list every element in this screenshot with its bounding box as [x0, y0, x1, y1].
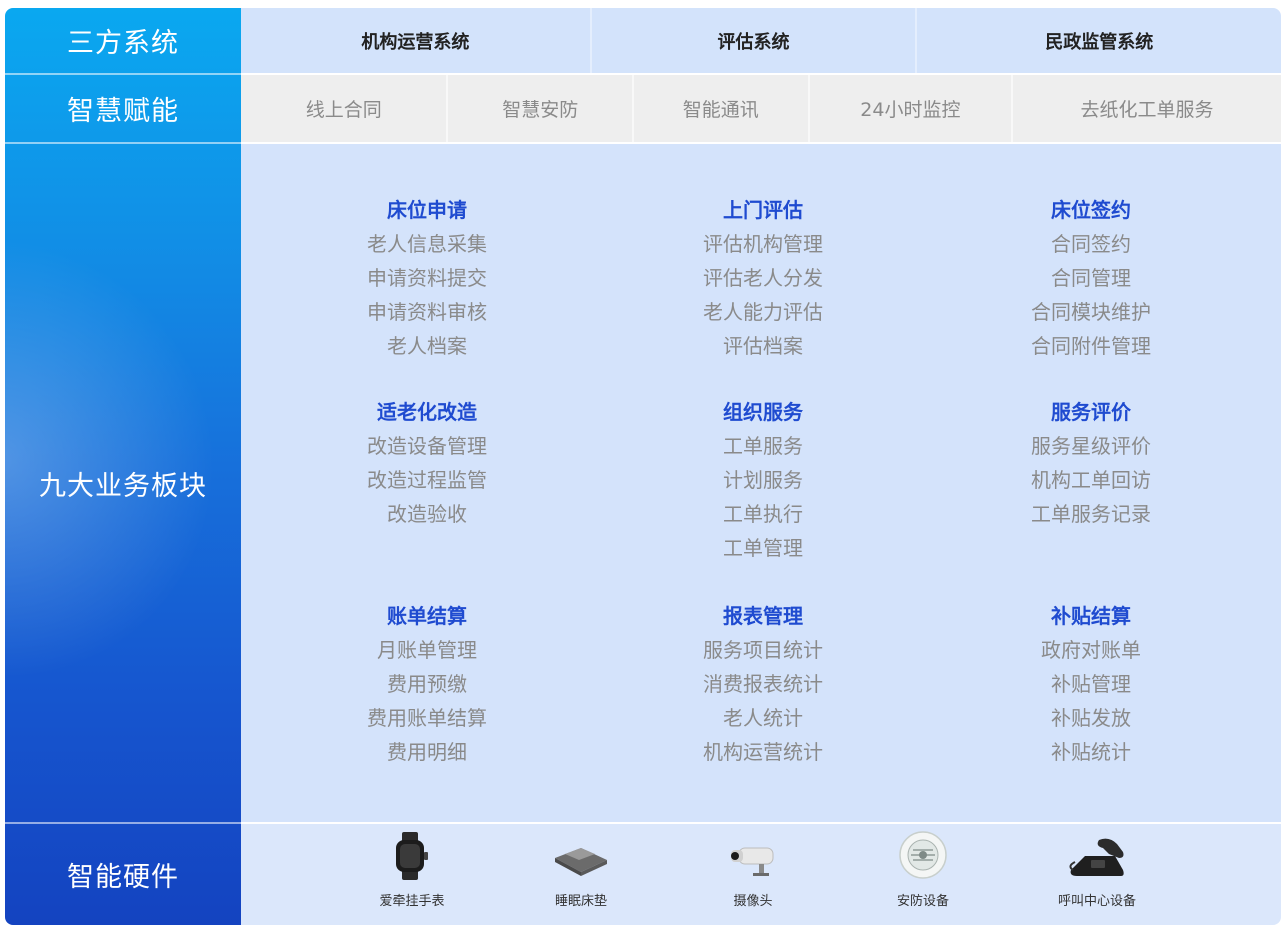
module-item: 工单服务: [723, 434, 803, 458]
module-title: 报表管理: [723, 604, 803, 628]
module-item: 申请资料审核: [367, 300, 487, 324]
module-item: 评估老人分发: [703, 266, 823, 290]
hardware-row: 爱牵挂手表 睡眠床垫 摄像头 安防设备 呼叫中心设备: [241, 824, 1281, 925]
module-item: 工单管理: [723, 536, 803, 560]
module-item: 工单执行: [723, 502, 803, 526]
module-title: 床位签约: [1051, 198, 1131, 222]
module-item: 补贴管理: [1051, 672, 1131, 696]
camera-icon: [731, 847, 774, 876]
module-block: 适老化改造 改造设备管理 改造过程监管 改造验收: [327, 395, 527, 531]
hardware-item: 爱牵挂手表: [352, 824, 472, 909]
module-item: 费用账单结算: [367, 706, 487, 730]
module-item: 月账单管理: [377, 638, 477, 662]
module-item: 合同附件管理: [1031, 334, 1151, 358]
category-column: 三方系统 智慧赋能 九大业务板块 智能硬件: [5, 8, 241, 925]
module-title: 床位申请: [387, 198, 467, 222]
feature-cell: 24小时监控: [810, 75, 1014, 142]
module-item: 机构工单回访: [1031, 468, 1151, 492]
module-item: 补贴统计: [1051, 740, 1131, 764]
module-item: 评估档案: [723, 334, 803, 358]
features-row: 线上合同 智慧安防 智能通讯 24小时监控 去纸化工单服务: [241, 75, 1281, 142]
module-block: 账单结算 月账单管理 费用预缴 费用账单结算 费用明细: [327, 599, 527, 769]
module-item: 老人统计: [723, 706, 803, 730]
call-center-phone-icon: [1069, 838, 1124, 876]
module-item: 老人能力评估: [703, 300, 823, 324]
module-title: 服务评价: [1051, 400, 1131, 424]
system-cell: 机构运营系统: [241, 8, 592, 73]
module-item: 改造设备管理: [367, 434, 487, 458]
module-block: 报表管理 服务项目统计 消费报表统计 老人统计 机构运营统计: [663, 599, 863, 769]
label-smart-hardware: 智能硬件: [67, 862, 179, 893]
hardware-label: 睡眠床垫: [554, 894, 607, 909]
hardware-label: 安防设备: [896, 894, 949, 909]
label-nine-modules: 九大业务板块: [39, 470, 207, 502]
module-item: 服务项目统计: [703, 638, 823, 662]
hardware-item: 睡眠床垫: [521, 824, 641, 909]
modules-grid: 床位申请 老人信息采集 申请资料提交 申请资料审核 老人档案 上门评估 评估机构…: [241, 144, 1281, 822]
module-item: 申请资料提交: [367, 266, 487, 290]
label-smart-empower: 智慧赋能: [67, 96, 179, 127]
module-item: 政府对账单: [1041, 638, 1141, 662]
module-block: 上门评估 评估机构管理 评估老人分发 老人能力评估 评估档案: [663, 193, 863, 363]
module-title: 账单结算: [387, 604, 467, 628]
systems-row: 机构运营系统 评估系统 民政监管系统: [241, 8, 1281, 73]
feature-cell: 智慧安防: [448, 75, 634, 142]
module-block: 补贴结算 政府对账单 补贴管理 补贴发放 补贴统计: [991, 599, 1191, 769]
module-item: 费用预缴: [387, 672, 467, 696]
module-block: 服务评价 服务星级评价 机构工单回访 工单服务记录: [991, 395, 1191, 531]
module-item: 合同模块维护: [1031, 300, 1151, 324]
sleep-mattress-icon: [555, 848, 607, 876]
hardware-item: 摄像头: [693, 824, 813, 909]
module-item: 补贴发放: [1051, 706, 1131, 730]
module-block: 床位签约 合同签约 合同管理 合同模块维护 合同附件管理: [991, 193, 1191, 363]
feature-cell: 去纸化工单服务: [1080, 99, 1214, 121]
security-device-icon: [899, 831, 947, 879]
system-cell: 民政监管系统: [1045, 31, 1154, 53]
feature-cell: 线上合同: [241, 75, 449, 142]
module-item: 服务星级评价: [1031, 434, 1151, 458]
module-title: 上门评估: [723, 198, 803, 222]
module-item: 消费报表统计: [703, 672, 823, 696]
system-cell: 评估系统: [592, 8, 918, 73]
architecture-diagram: 三方系统 智慧赋能 九大业务板块 智能硬件 机构运营系统 评估系统 民政监管系统…: [5, 8, 1281, 925]
module-item: 机构运营统计: [703, 740, 823, 764]
module-block: 组织服务 工单服务 计划服务 工单执行 工单管理: [663, 395, 863, 565]
module-item: 费用明细: [387, 740, 467, 764]
module-item: 改造验收: [387, 502, 467, 526]
hardware-item: 安防设备: [863, 824, 983, 909]
hardware-label: 爱牵挂手表: [379, 894, 445, 909]
module-item: 老人信息采集: [367, 232, 487, 256]
module-block: 床位申请 老人信息采集 申请资料提交 申请资料审核 老人档案: [327, 193, 527, 363]
module-item: 改造过程监管: [367, 468, 487, 492]
hardware-label: 呼叫中心设备: [1057, 894, 1136, 909]
smartwatch-icon: [396, 832, 428, 880]
label-third-party: 三方系统: [67, 28, 179, 59]
module-item: 工单服务记录: [1031, 502, 1151, 526]
module-item: 合同签约: [1051, 232, 1131, 256]
hardware-label: 摄像头: [733, 894, 773, 909]
feature-cell: 智能通讯: [634, 75, 810, 142]
module-item: 合同管理: [1051, 266, 1131, 290]
module-title: 组织服务: [723, 400, 803, 424]
hardware-item: 呼叫中心设备: [1037, 824, 1157, 909]
module-item: 老人档案: [387, 334, 467, 358]
module-title: 适老化改造: [377, 400, 477, 424]
module-item: 计划服务: [723, 468, 803, 492]
module-title: 补贴结算: [1051, 604, 1131, 628]
module-item: 评估机构管理: [703, 232, 823, 256]
